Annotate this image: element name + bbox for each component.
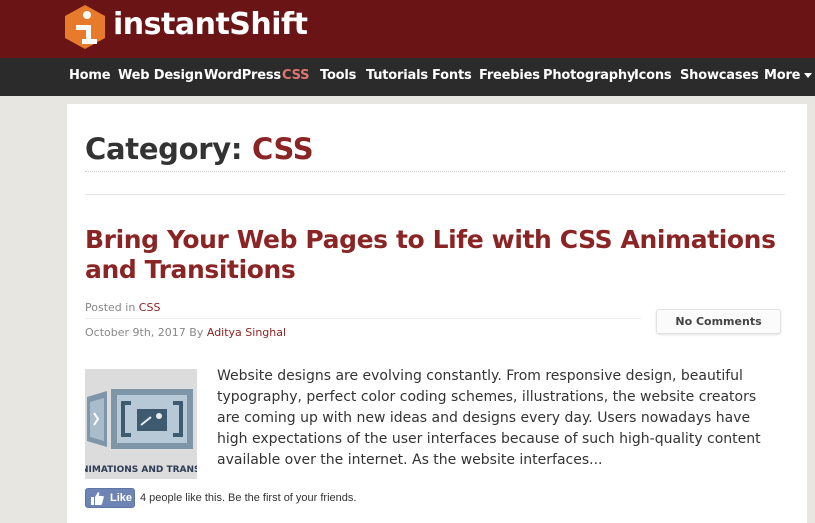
nav-item-home[interactable]: Home (69, 68, 111, 83)
post-category-link[interactable]: CSS (139, 301, 161, 314)
page-title-category: CSS (251, 132, 314, 166)
page-title-prefix: Category: (85, 132, 243, 166)
post-meta-category: Posted in CSS (85, 301, 160, 314)
chevron-down-icon (804, 73, 813, 78)
nav-item-photography[interactable]: Photography (543, 68, 635, 83)
post-title-link[interactable]: Bring Your Web Pages to Life with CSS An… (85, 225, 785, 285)
like-button-label: Like (110, 492, 133, 504)
main-nav: Home Web Design WordPress CSS Tools Tuto… (0, 58, 815, 96)
site-header: instantShift (0, 0, 815, 58)
logo-icon[interactable] (62, 4, 108, 50)
main-content: Category: CSS Bring Your Web Pages to Li… (67, 104, 807, 523)
post-excerpt: Website designs are evolving constantly.… (217, 368, 761, 468)
divider (85, 194, 785, 195)
nav-item-tutorials[interactable]: Tutorials (366, 68, 428, 83)
nav-item-icons[interactable]: Icons (634, 68, 672, 83)
by-label: By (189, 326, 204, 339)
comments-button[interactable]: No Comments (656, 309, 781, 334)
site-logo-text[interactable]: instantShift (113, 7, 308, 42)
thumbnail-caption: NIMATIONS AND TRANSIT (85, 465, 197, 475)
nav-item-css[interactable]: CSS (282, 68, 310, 83)
nav-item-more[interactable]: More (764, 68, 813, 83)
post-thumbnail[interactable]: NIMATIONS AND TRANSIT (85, 369, 197, 479)
post-author-link[interactable]: Aditya Singhal (207, 326, 286, 339)
nav-item-wordpress[interactable]: WordPress (204, 68, 281, 83)
like-count-text: 4 people like this. Be the first of your… (140, 492, 357, 504)
nav-item-fonts[interactable]: Fonts (432, 68, 472, 83)
nav-item-showcases[interactable]: Showcases (680, 68, 759, 83)
post-date: October 9th, 2017 (85, 326, 186, 339)
css-animation-illustration (85, 369, 197, 479)
nav-more-label: More (764, 68, 801, 83)
nav-item-freebies[interactable]: Freebies (479, 68, 540, 83)
thumbs-up-icon (91, 492, 104, 505)
divider (85, 171, 785, 173)
page-title: Category: CSS (85, 132, 314, 166)
meta-divider (85, 318, 641, 319)
nav-item-web-design[interactable]: Web Design (118, 68, 203, 83)
post-meta-date: October 9th, 2017 By Aditya Singhal (85, 326, 286, 339)
posted-in-label: Posted in (85, 301, 136, 314)
facebook-like-button[interactable]: Like (85, 488, 135, 508)
nav-item-tools[interactable]: Tools (320, 68, 356, 83)
